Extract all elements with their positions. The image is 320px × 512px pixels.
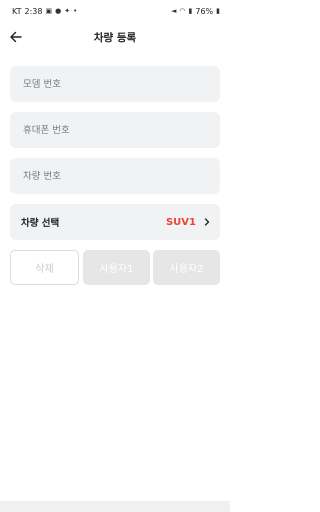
notification-icon: ✦ [64,7,71,15]
vehicle-select-label: 차량 선택 [21,218,60,229]
wifi-icon: ◠ [179,7,186,15]
dot-icon: • [73,7,78,15]
vehicle-select-value: SUV1 [165,216,196,228]
clock: 2:38 [24,6,43,16]
phone-number-field[interactable] [10,112,220,148]
carrier-label: KT [12,6,22,16]
chevron-right-icon [204,218,210,226]
app-bar: 차량 등록 [0,24,230,52]
battery-level: 76% [195,6,214,16]
user1-button[interactable]: 사용자1 [83,250,150,285]
status-right: ◄ ◠ ▮ 76% ▮ [171,7,220,16]
status-bar: KT 2:38 ▣ ● ✦ • ◄ ◠ ▮ 76% ▮ [0,0,230,22]
location-icon: ● [55,7,62,15]
navigation-bar [0,501,230,512]
vehicle-number-input[interactable] [23,170,220,182]
phone-number-input[interactable] [23,124,220,136]
app-screen: KT 2:38 ▣ ● ✦ • ◄ ◠ ▮ 76% ▮ 차량 등록 모뎀 번호 … [0,0,230,512]
modem-number-input[interactable] [23,78,220,90]
gallery-icon: ▣ [45,7,53,15]
modem-number-field[interactable] [10,66,220,102]
vehicle-number-field[interactable] [10,158,220,194]
user2-button[interactable]: 사용자2 [153,250,220,285]
delete-button[interactable]: 삭제 [10,250,79,285]
vehicle-select[interactable]: 차량 선택 SUV1 [10,204,220,240]
mute-icon: ◄ [171,7,177,15]
page-title: 차량 등록 [93,32,137,44]
signal-icon: ▮ [188,7,193,15]
vehicle-select-right: SUV1 [166,217,210,228]
status-left: KT 2:38 ▣ ● ✦ • [12,7,77,16]
battery-icon: ▮ [216,7,220,15]
